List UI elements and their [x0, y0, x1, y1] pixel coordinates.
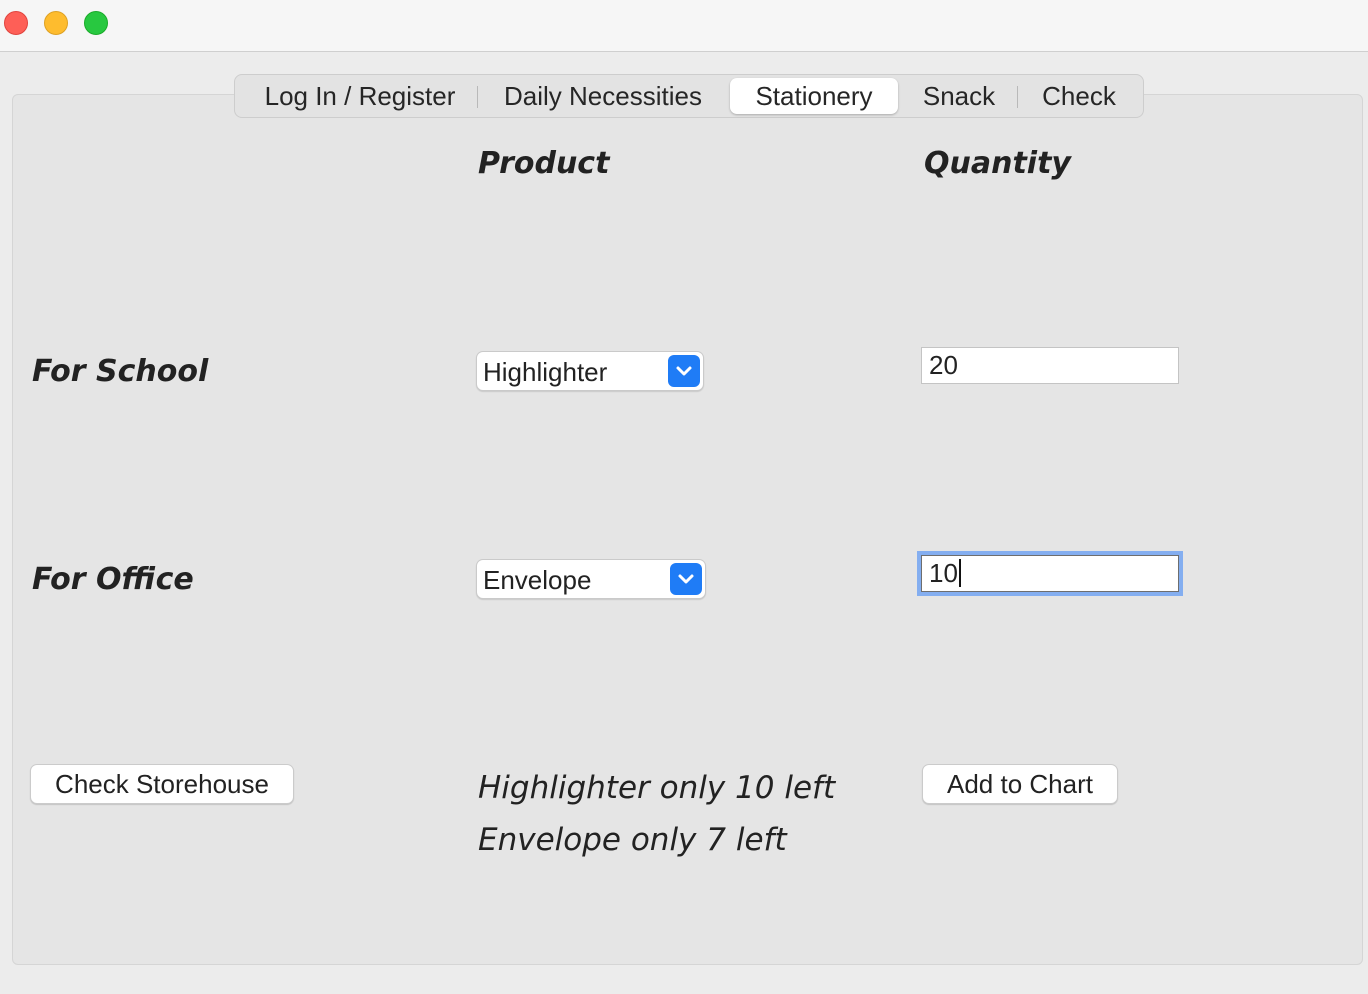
stock-status-envelope: Envelope only 7 left — [478, 822, 787, 858]
tab-snack[interactable]: Snack — [905, 78, 1013, 114]
tab-login-register[interactable]: Log In / Register — [241, 78, 479, 114]
check-storehouse-button[interactable]: Check Storehouse — [30, 764, 294, 804]
school-product-value: Highlighter — [483, 357, 608, 387]
office-quantity-value: 10 — [929, 558, 958, 588]
zoom-window-button[interactable] — [84, 11, 108, 35]
minimize-window-button[interactable] — [44, 11, 68, 35]
add-to-chart-button[interactable]: Add to Chart — [922, 764, 1118, 804]
office-quantity-field[interactable]: 10 — [921, 555, 1179, 592]
tab-daily-necessities[interactable]: Daily Necessities — [483, 78, 723, 114]
school-quantity-field[interactable]: 20 — [921, 347, 1179, 384]
for-school-label: For School — [32, 354, 209, 389]
office-product-select[interactable]: Envelope — [476, 559, 706, 599]
chevron-down-icon — [670, 563, 702, 595]
for-office-label: For Office — [32, 562, 194, 597]
product-column-header: Product — [478, 146, 610, 181]
office-product-value: Envelope — [483, 565, 592, 595]
tab-divider — [1017, 86, 1018, 108]
school-quantity-value: 20 — [929, 350, 958, 380]
text-cursor — [958, 559, 961, 587]
tab-stationery[interactable]: Stationery — [730, 78, 898, 114]
quantity-column-header: Quantity — [924, 146, 1071, 181]
title-bar — [0, 0, 1368, 52]
close-window-button[interactable] — [4, 11, 28, 35]
tab-divider — [477, 86, 478, 108]
school-product-select[interactable]: Highlighter — [476, 351, 704, 391]
stock-status-highlighter: Highlighter only 10 left — [478, 770, 836, 806]
chevron-down-icon — [668, 355, 700, 387]
tab-bar: Log In / Register Daily Necessities Stat… — [234, 74, 1144, 118]
tab-check[interactable]: Check — [1023, 78, 1135, 114]
